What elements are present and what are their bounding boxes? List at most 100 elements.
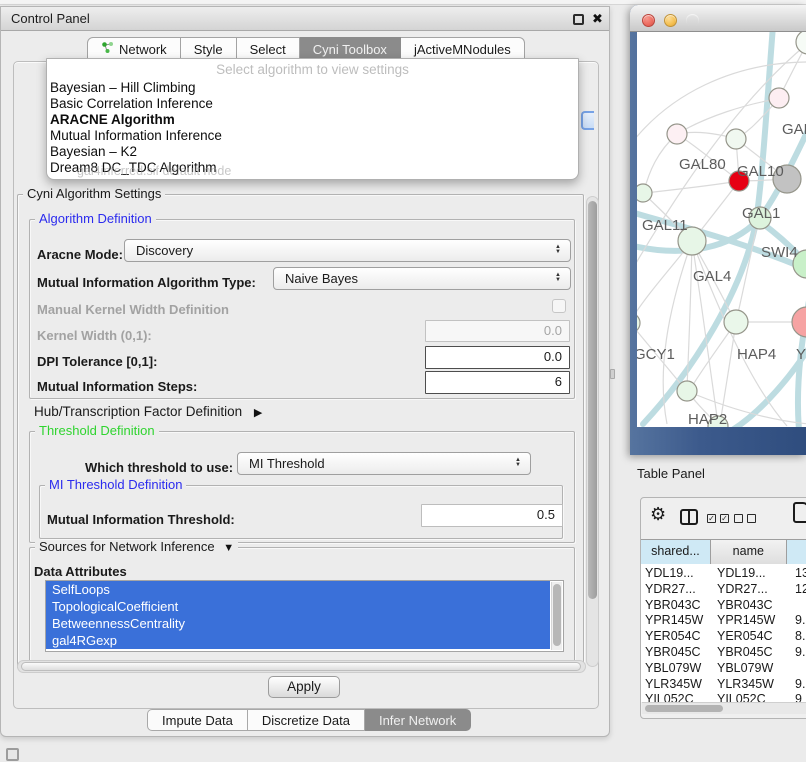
- tab-infer-network[interactable]: Infer Network: [365, 709, 471, 731]
- spinner-arrows-icon: ▲▼: [555, 241, 561, 255]
- table-row[interactable]: YDR27...YDR27...12: [641, 581, 806, 597]
- table-panel-title: Table Panel: [637, 466, 705, 481]
- algorithm-option-basic-correlation-inference[interactable]: Basic Correlation Inference: [50, 96, 575, 112]
- minimize-traffic-light[interactable]: [664, 14, 677, 27]
- settings-group-title: Cyni Algorithm Settings: [23, 187, 165, 201]
- table-cell: 9.: [795, 644, 806, 660]
- table-hscroll-thumb[interactable]: [645, 705, 723, 712]
- node-gal10[interactable]: [726, 129, 746, 149]
- node-top-right-partial[interactable]: [796, 32, 806, 54]
- columns-icon[interactable]: [680, 509, 698, 525]
- aracne-mode-label: Aracne Mode:: [37, 247, 123, 262]
- panel-splitter-grip[interactable]: [610, 369, 615, 379]
- kernel-width-label: Kernel Width (0,1):: [37, 328, 152, 343]
- node-label-hap2: HAP2: [688, 411, 727, 427]
- spinner-arrows-icon: ▲▼: [515, 454, 521, 468]
- table-row[interactable]: YDL19...YDL19...13: [641, 565, 806, 581]
- manual-kernel-checkbox[interactable]: [552, 299, 566, 313]
- kernel-width-input[interactable]: 0.0: [425, 320, 570, 342]
- which-threshold-value: MI Threshold: [249, 456, 325, 471]
- hub-section-toggle[interactable]: Hub/Transcription Factor Definition ▶: [34, 404, 262, 419]
- close-icon[interactable]: ✖: [592, 10, 603, 28]
- sources-title: Sources for Network Inference: [39, 539, 215, 554]
- table-row[interactable]: YPR145WYPR145W9.: [641, 612, 806, 628]
- aracne-mode-select[interactable]: Discovery ▲▼: [124, 239, 571, 262]
- table-row[interactable]: YLR345WYLR345W9.: [641, 676, 806, 692]
- screen: Control Panel ✖ NetworkStyleSelectCyni T…: [0, 0, 806, 762]
- table-cell: YDR27...: [717, 581, 789, 597]
- node-label-gal80: GAL80: [679, 156, 726, 173]
- settings-horizontal-scrollbar[interactable]: [17, 660, 586, 673]
- node-hap4[interactable]: [724, 310, 748, 334]
- node-label-gal10: GAL10: [737, 163, 784, 180]
- checked-checkbox-icon[interactable]: ✓: [707, 514, 716, 523]
- node-gal80[interactable]: [667, 124, 687, 144]
- bottom-corner-button[interactable]: [6, 748, 19, 761]
- attributes-list-scroll-thumb[interactable]: [553, 584, 561, 646]
- algorithm-option-aracne-algorithm[interactable]: ARACNE Algorithm: [50, 112, 575, 128]
- table-horizontal-scrollbar[interactable]: [642, 702, 806, 714]
- settings-scroll-thumb[interactable]: [588, 201, 597, 599]
- sources-toggle[interactable]: Sources for Network Inference ▼: [35, 540, 238, 555]
- table-row[interactable]: YIL052CYIL052C9: [641, 691, 806, 702]
- attribute-item-topologicalcoefficient[interactable]: TopologicalCoefficient: [46, 598, 550, 615]
- dpi-tolerance-input[interactable]: 0.0: [425, 346, 570, 369]
- column-header-partial[interactable]: [787, 540, 806, 564]
- combo-fragment: [581, 111, 594, 130]
- node-hap2[interactable]: [677, 381, 697, 401]
- mi-threshold-label: Mutual Information Threshold:: [47, 512, 235, 527]
- table-cell: 9: [795, 691, 806, 702]
- gear-icon[interactable]: ⚙: [650, 504, 666, 524]
- node-gal11[interactable]: [637, 184, 652, 202]
- algorithm-option-bayesian-k2[interactable]: Bayesian – K2: [50, 144, 575, 160]
- node-gal-pink-top[interactable]: [769, 88, 789, 108]
- data-attributes-list[interactable]: SelfLoopsTopologicalCoefficientBetweenne…: [45, 580, 564, 652]
- apply-button[interactable]: Apply: [268, 676, 340, 698]
- table-cell: YBL079W: [717, 660, 789, 676]
- table-cell: YDL19...: [645, 565, 711, 581]
- network-canvas[interactable]: GALGAL80GAL10GAL1GAL11SWI4GAL4GCY1HAP4YH…: [637, 32, 806, 427]
- mi-steps-input[interactable]: 6: [425, 371, 570, 394]
- table-cell: YPR145W: [717, 612, 789, 628]
- attributes-list-scrollbar[interactable]: [551, 582, 562, 650]
- table-row[interactable]: YBL079WYBL079W: [641, 660, 806, 676]
- unchecked-checkbox-icon[interactable]: [747, 514, 756, 523]
- node-salmon-node[interactable]: [792, 307, 806, 337]
- tab-impute-data[interactable]: Impute Data: [147, 709, 248, 731]
- attribute-item-gal4rgexp[interactable]: gal4RGexp: [46, 632, 550, 649]
- tab-discretize-data[interactable]: Discretize Data: [248, 709, 365, 731]
- table-cell: 9.: [795, 676, 806, 692]
- network-titlebar: [630, 5, 806, 32]
- table-cell: YPR145W: [645, 612, 711, 628]
- table-cell: YER054C: [645, 628, 711, 644]
- zoom-traffic-light[interactable]: [686, 14, 699, 27]
- table-row[interactable]: YER054CYER054C8.: [641, 628, 806, 644]
- mi-type-select[interactable]: Naive Bayes ▲▼: [273, 267, 571, 290]
- column-header-shared[interactable]: shared...: [641, 540, 711, 564]
- table-row[interactable]: YBR043CYBR043C: [641, 597, 806, 613]
- attribute-item-betweennesscentrality[interactable]: BetweennessCentrality: [46, 615, 550, 632]
- mi-type-label: Mutual Information Algorithm Type:: [37, 275, 256, 290]
- table-header-row: shared...name: [641, 539, 806, 563]
- control-panel-title: Control Panel: [11, 7, 90, 31]
- settings-vertical-scrollbar[interactable]: [586, 196, 599, 667]
- node-gcy1[interactable]: [637, 313, 640, 333]
- algorithm-option-bayesian-hill-climbing[interactable]: Bayesian – Hill Climbing: [50, 80, 575, 96]
- table-cell: 12: [795, 581, 806, 597]
- unchecked-checkbox-icon[interactable]: [734, 514, 743, 523]
- node-label-gal1: GAL1: [742, 205, 780, 222]
- mi-threshold-input[interactable]: 0.5: [421, 504, 563, 527]
- which-threshold-select[interactable]: MI Threshold ▲▼: [237, 452, 531, 475]
- column-header-name[interactable]: name: [711, 540, 787, 564]
- close-traffic-light[interactable]: [642, 14, 655, 27]
- attribute-item-selfloops[interactable]: SelfLoops: [46, 581, 550, 598]
- page-icon[interactable]: [793, 502, 806, 523]
- float-window-icon[interactable]: [573, 14, 584, 25]
- node-label-swi4: SWI4: [761, 244, 798, 261]
- checked-checkbox-icon[interactable]: ✓: [720, 514, 729, 523]
- algorithm-option-mutual-information-inference[interactable]: Mutual Information Inference: [50, 128, 575, 144]
- expand-right-icon: ▶: [254, 406, 262, 419]
- dpi-tolerance-label: DPI Tolerance [0,1]:: [37, 354, 157, 369]
- table-row[interactable]: YBR045CYBR045C9.: [641, 644, 806, 660]
- settings-hscroll-thumb[interactable]: [21, 662, 581, 671]
